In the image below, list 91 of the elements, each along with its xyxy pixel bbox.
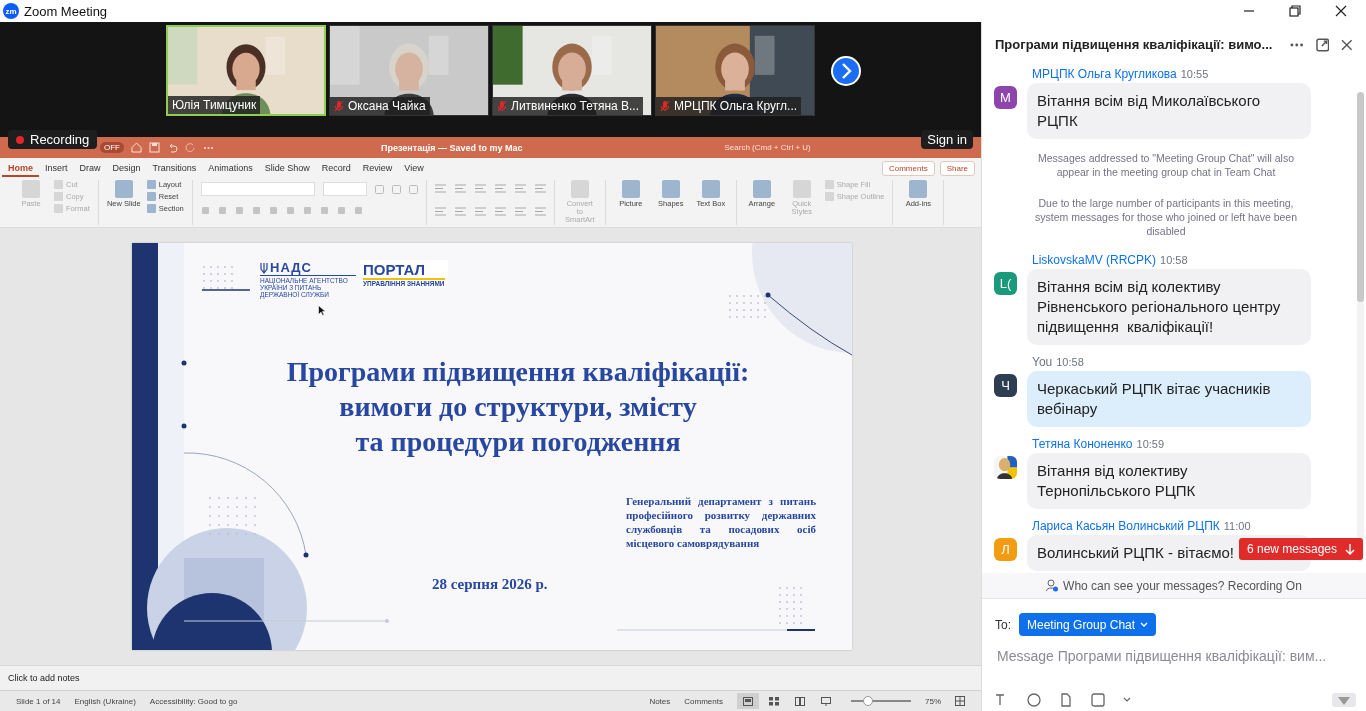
notes-button[interactable]: Notes: [649, 696, 671, 706]
system-message: Messages addressed to "Meeting Group Chat" will also appear in the meeting group chat in Team Chat: [1036, 151, 1296, 179]
message-time: 10:55: [1180, 68, 1209, 80]
sender-name[interactable]: Тетяна Кононенко: [1032, 437, 1133, 451]
recipient-dropdown[interactable]: Meeting Group Chat: [1019, 613, 1157, 636]
system-message: Due to the large number of participants in this meeting, system messages for those who joined or left have been disabled: [1033, 196, 1299, 238]
video-tile[interactable]: Юлія Тимцуник: [166, 25, 326, 116]
trident-icon: [260, 261, 268, 274]
message-time: 10:58: [1056, 356, 1084, 368]
new-messages-button[interactable]: 6 new messages: [1238, 538, 1363, 560]
message-bubble: Черкаський РЦПК вітає учасників вебінару: [1027, 371, 1311, 427]
ribbon-tab[interactable]: Review: [356, 159, 399, 177]
participant-name: Юлія Тимцуник: [168, 96, 261, 114]
scrollbar-track[interactable]: [1357, 92, 1364, 562]
department-text: Генеральний департамент з питань професійного розвитку державних службовців та посадових осіб місцевого самоврядування: [626, 494, 816, 551]
book-view-icon[interactable]: [795, 696, 805, 706]
agency-logo: НАДС: [270, 260, 312, 275]
arrow-down-icon[interactable]: [1345, 543, 1355, 555]
document-title[interactable]: Презентація — Saved to my Mac: [381, 142, 523, 153]
recording-indicator[interactable]: Recording: [8, 130, 98, 149]
person-icon: [1046, 579, 1059, 592]
next-page-icon[interactable]: [830, 55, 862, 87]
file-icon[interactable]: [1059, 693, 1073, 707]
redo-icon[interactable]: [185, 142, 196, 153]
ribbon-tab[interactable]: View: [398, 159, 430, 177]
message-time: 11:00: [1223, 520, 1251, 532]
window-title: Zoom Meeting: [24, 3, 108, 19]
ribbon-tab[interactable]: Draw: [73, 159, 107, 177]
video-tile[interactable]: Литвиненко Тетяна В...: [492, 25, 652, 116]
to-label: To:: [995, 617, 1011, 632]
ribbon-tab[interactable]: Record: [315, 159, 357, 177]
ribbon-tab[interactable]: Home: [2, 159, 39, 177]
slide-title: Програми підвищення кваліфікації: вимоги до структури, змісту та процедури погодження: [285, 355, 751, 460]
accessibility-status[interactable]: Accessibility: Good to go: [149, 696, 238, 706]
message-time: 10:59: [1136, 438, 1165, 450]
autosave-toggle[interactable]: OFF: [100, 142, 124, 153]
ribbon-tab[interactable]: Slide Show: [258, 159, 316, 177]
grid-view-icon[interactable]: [769, 696, 779, 706]
notes-placeholder[interactable]: Click to add notes: [8, 673, 80, 683]
participant-name: Литвиненко Тетяна В...: [493, 97, 644, 115]
sender-name[interactable]: Лариса Касьян Волинський РЦПК: [1032, 519, 1220, 533]
avatar[interactable]: Ч: [994, 374, 1017, 397]
view-button[interactable]: [737, 693, 759, 709]
language-label[interactable]: English (Ukraine): [74, 696, 136, 706]
sign-in-button[interactable]: Sign in: [921, 130, 973, 149]
avatar[interactable]: М: [994, 86, 1017, 109]
send-icon[interactable]: [1332, 693, 1356, 707]
font-size-field[interactable]: [322, 182, 367, 196]
message-bubble: Вітання всім від Миколаївського РЦПК: [1027, 83, 1311, 139]
emoji-icon[interactable]: [1027, 693, 1041, 707]
message-bubble: Вітання всім від колективу Рівненського регіонального центру підвищення кваліфікації!: [1027, 269, 1311, 345]
scrollbar-thumb[interactable]: [1357, 92, 1364, 302]
ribbon-tab[interactable]: Transitions: [146, 159, 203, 177]
avatar[interactable]: L(: [994, 272, 1017, 295]
font-name-field[interactable]: [200, 182, 315, 196]
slide-counter: Slide 1 of 14: [16, 696, 61, 706]
screen-view-icon[interactable]: [821, 696, 831, 706]
message-bubble: Вітання від колективу Тернопільського РЦПК: [1027, 453, 1311, 509]
home-icon[interactable]: [131, 142, 142, 153]
comments-button[interactable]: Comments: [684, 696, 723, 706]
sender-name[interactable]: LiskovskaMV (RRCPK): [1032, 253, 1157, 267]
normal-view-icon[interactable]: [743, 696, 753, 706]
cursor-icon: [318, 305, 326, 316]
participant-name: Оксана Чайка: [330, 97, 430, 115]
pop-out-icon[interactable]: [1315, 37, 1330, 52]
close-icon[interactable]: [1341, 38, 1353, 51]
portal-logo: ПОРТАЛ: [363, 261, 426, 278]
app-logo: zm: [3, 3, 19, 19]
chat-title: Програми підвищення кваліфікації: вимо...: [995, 37, 1273, 52]
video-tile[interactable]: МРЦПК Ольга Кругл...: [655, 25, 815, 116]
comments-button[interactable]: Comments: [881, 160, 935, 176]
caret-icon[interactable]: [1140, 622, 1149, 627]
save-icon[interactable]: [149, 142, 160, 153]
sender-name[interactable]: You: [1032, 355, 1053, 369]
video-tile[interactable]: Оксана Чайка: [329, 25, 489, 116]
zoom-slider-thumb[interactable]: [862, 696, 873, 706]
close-icon[interactable]: [1335, 5, 1347, 17]
participant-name: МРЦПК Ольга Кругл...: [656, 97, 802, 115]
sender-name[interactable]: МРЦПК Ольга Кругликова: [1032, 67, 1177, 81]
slide-date: 28 серпня 2026 р.: [432, 576, 549, 594]
undo-icon[interactable]: [167, 142, 178, 153]
fit-slide-icon[interactable]: [955, 696, 965, 706]
zoom-level[interactable]: 75%: [925, 696, 941, 706]
ribbon-tab[interactable]: Design: [106, 159, 147, 177]
screenshot-icon[interactable]: [1091, 693, 1105, 707]
ribbon-tab[interactable]: Insert: [39, 159, 74, 177]
more-icon[interactable]: [1290, 42, 1304, 47]
ribbon-tab[interactable]: Animations: [202, 159, 259, 177]
share-button[interactable]: Share: [939, 160, 975, 176]
restore-icon[interactable]: [1289, 5, 1301, 17]
message-time: 10:58: [1160, 254, 1188, 266]
